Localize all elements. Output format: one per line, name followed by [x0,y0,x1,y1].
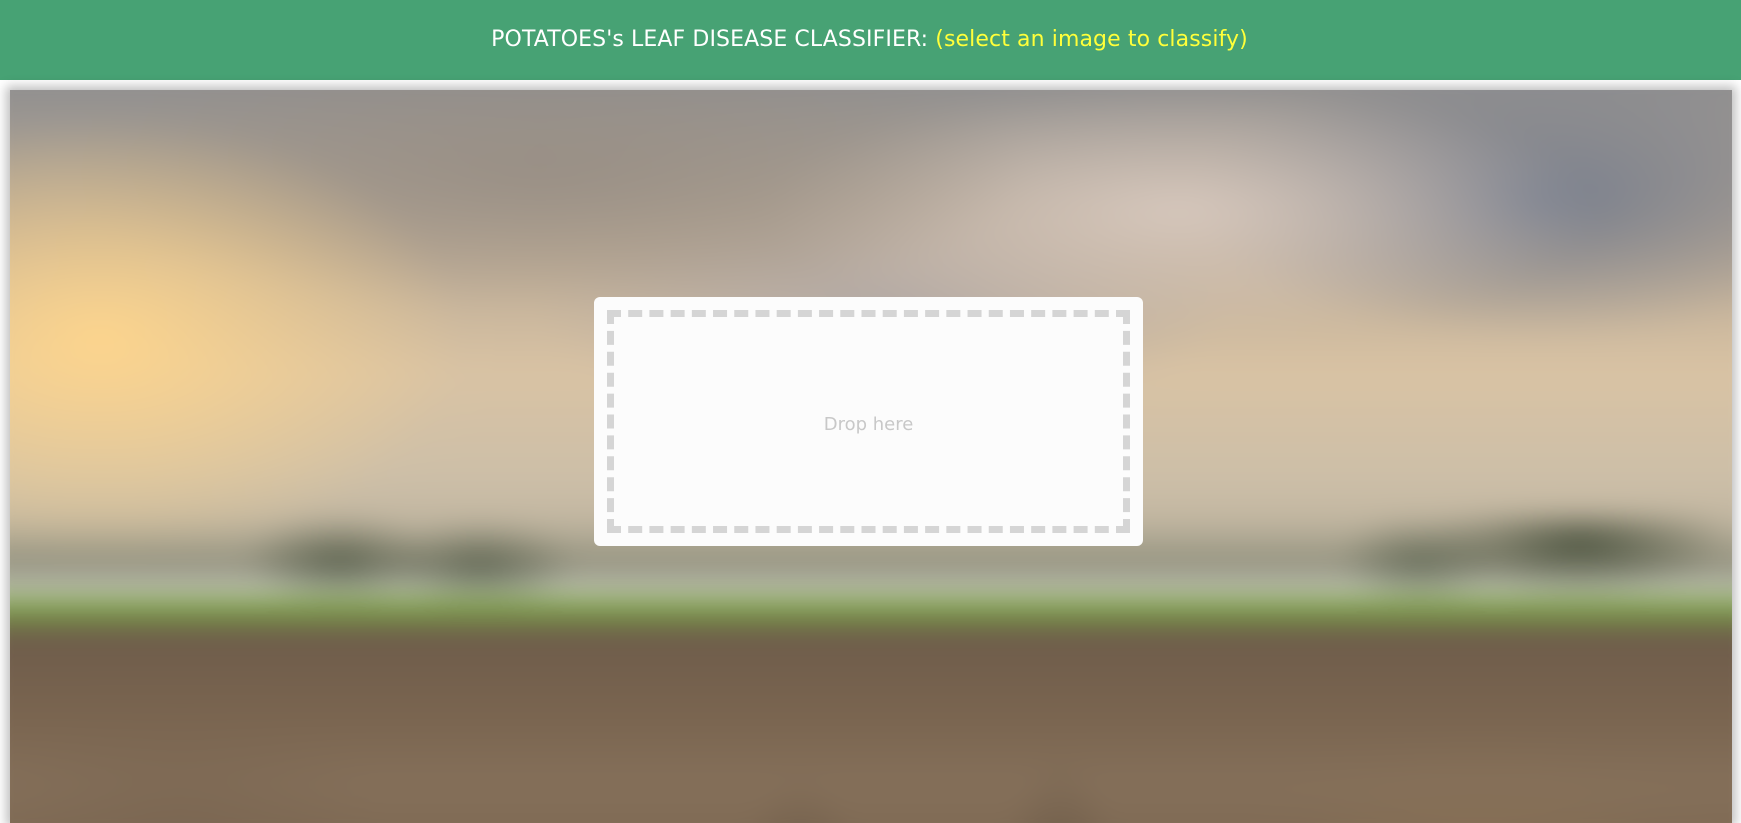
soil [10,625,1732,823]
grass-strip [10,595,1732,629]
page-title-text: POTATOES's LEAF DISEASE CLASSIFIER: [491,27,936,52]
app-header: POTATOES's LEAF DISEASE CLASSIFIER: (sel… [0,0,1741,80]
dropzone-label: Drop here [823,414,914,435]
image-dropzone[interactable]: Drop here [607,310,1130,533]
page-title-hint: (select an image to classify) [935,27,1248,52]
page-title: POTATOES's LEAF DISEASE CLASSIFIER: (sel… [491,27,1248,52]
upload-card: Drop here [594,297,1143,546]
